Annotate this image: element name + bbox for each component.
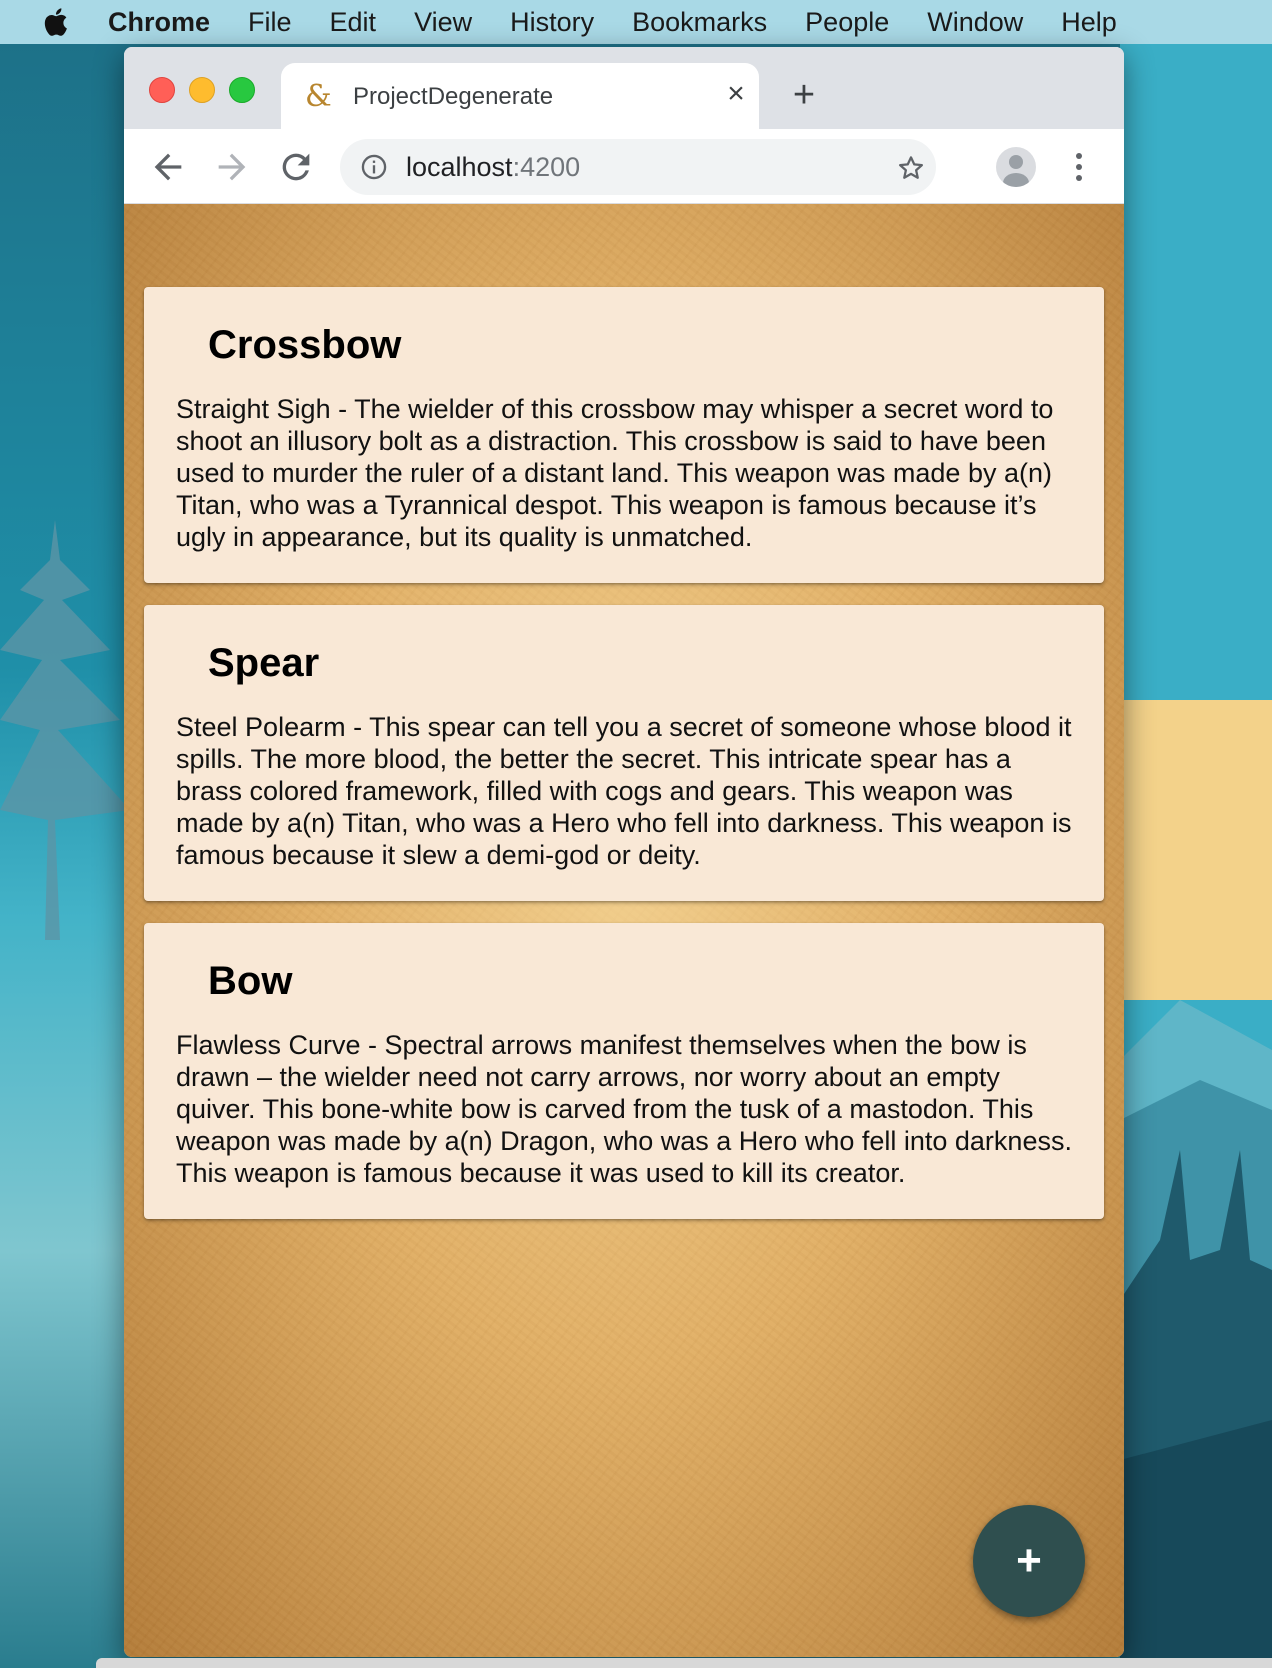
browser-toolbar: localhost:4200 (124, 129, 1124, 204)
tab-strip: & ProjectDegenerate × + (124, 47, 1124, 129)
bookmark-star-icon[interactable] (896, 153, 926, 183)
weapon-card-bow: Bow Flawless Curve - Spectral arrows man… (144, 923, 1104, 1219)
weapon-card-spear: Spear Steel Polearm - This spear can tel… (144, 605, 1104, 901)
card-description: Steel Polearm - This spear can tell you … (176, 712, 1072, 870)
add-weapon-fab-button[interactable]: + (973, 1505, 1085, 1617)
browser-window: & ProjectDegenerate × + localhost:4200 C… (124, 47, 1124, 1657)
browser-tab[interactable]: & ProjectDegenerate × (281, 63, 759, 129)
apple-icon[interactable] (40, 5, 74, 39)
reload-icon[interactable] (276, 147, 316, 187)
ampersand-favicon-icon: & (305, 79, 332, 114)
menu-help[interactable]: Help (1061, 7, 1117, 38)
minimize-window-button[interactable] (189, 77, 215, 103)
card-title: Spear (208, 641, 320, 685)
tab-title: ProjectDegenerate (353, 83, 554, 110)
new-tab-button[interactable]: + (784, 76, 824, 117)
forward-arrow-icon[interactable] (212, 147, 252, 187)
address-bar[interactable]: localhost:4200 (340, 139, 936, 195)
person-icon (1003, 155, 1029, 187)
menu-file[interactable]: File (248, 7, 292, 38)
menu-history[interactable]: History (510, 7, 594, 38)
url-port: :4200 (512, 152, 581, 182)
more-menu-icon[interactable] (1064, 147, 1094, 187)
back-arrow-icon[interactable] (148, 147, 188, 187)
card-title: Bow (208, 959, 293, 1003)
info-icon[interactable] (360, 153, 388, 181)
wallpaper-mountains-deer (1120, 0, 1272, 1668)
wallpaper-tree (0, 520, 130, 940)
menu-view[interactable]: View (414, 7, 472, 38)
menu-bookmarks[interactable]: Bookmarks (632, 7, 767, 38)
menu-edit[interactable]: Edit (330, 7, 377, 38)
page-content: Crossbow Straight Sigh - The wielder of … (124, 204, 1124, 1657)
menu-chrome[interactable]: Chrome (108, 7, 210, 38)
window-bottom-edge (96, 1658, 1272, 1668)
menu-window[interactable]: Window (927, 7, 1023, 38)
zoom-window-button[interactable] (229, 77, 255, 103)
close-tab-icon[interactable]: × (721, 79, 751, 109)
macos-menu-bar: Chrome File Edit View History Bookmarks … (0, 0, 1272, 44)
weapon-card-crossbow: Crossbow Straight Sigh - The wielder of … (144, 287, 1104, 583)
card-description: Straight Sigh - The wielder of this cros… (176, 394, 1054, 552)
close-window-button[interactable] (149, 77, 175, 103)
menu-people[interactable]: People (805, 7, 889, 38)
card-description: Flawless Curve - Spectral arrows manifes… (176, 1030, 1072, 1188)
card-title: Crossbow (208, 323, 402, 367)
profile-avatar-icon[interactable] (996, 147, 1036, 187)
url-text[interactable]: localhost:4200 (406, 152, 580, 183)
url-host: localhost (406, 152, 513, 182)
